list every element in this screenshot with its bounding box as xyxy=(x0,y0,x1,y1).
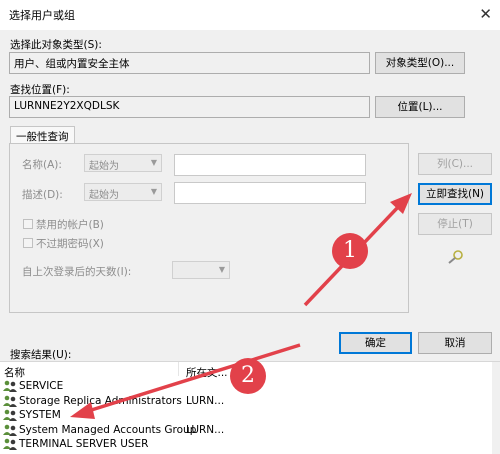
arrow-2-head xyxy=(70,402,95,419)
arrow-2-line xyxy=(84,343,301,414)
annotation-marker-1: 1 xyxy=(332,233,368,269)
annotation-marker-2: 2 xyxy=(230,358,266,394)
